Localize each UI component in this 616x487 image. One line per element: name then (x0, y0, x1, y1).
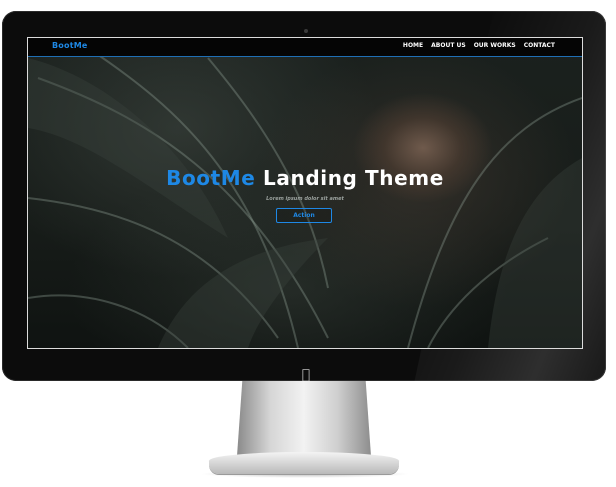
hero-title-accent: BootMe (166, 166, 256, 190)
website-screen: BootMe HOME ABOUT US OUR WORKS CONTACT B… (27, 37, 583, 349)
hero-title: BootMe Landing Theme (28, 166, 582, 190)
hero-title-rest: Landing Theme (263, 166, 444, 190)
monitor-stand-neck (237, 380, 371, 456)
navbar: BootMe HOME ABOUT US OUR WORKS CONTACT (28, 38, 582, 57)
apple-icon:  (299, 367, 313, 381)
action-button[interactable]: Action (276, 208, 332, 223)
nav-link-home[interactable]: HOME (403, 42, 423, 49)
leaf-overlay (28, 47, 582, 348)
nav-link-our-works[interactable]: OUR WORKS (474, 42, 516, 49)
brand-logo[interactable]: BootMe (52, 41, 88, 50)
monitor-mockup:  BootMe HOME ABOUT US (0, 0, 616, 487)
monitor-stand-base (209, 452, 399, 474)
nav-link-about-us[interactable]: ABOUT US (431, 42, 466, 49)
webcam-icon (304, 29, 308, 33)
nav-link-contact[interactable]: CONTACT (524, 42, 555, 49)
hero-subtitle: Lorem ipsum dolor sit amet (266, 196, 344, 202)
nav-links: HOME ABOUT US OUR WORKS CONTACT (403, 42, 555, 49)
